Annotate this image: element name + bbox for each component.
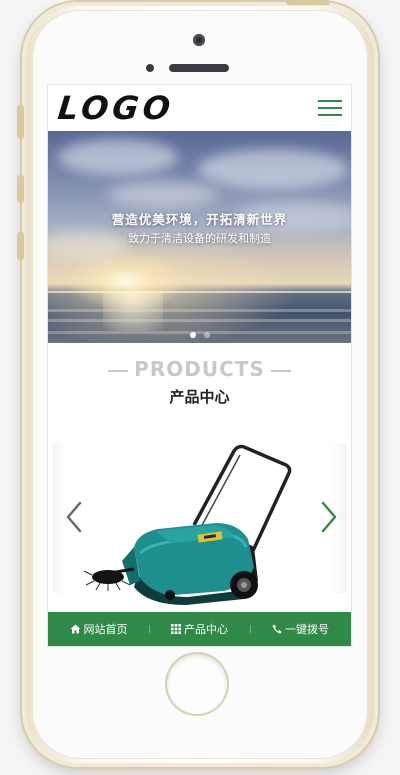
- home-button[interactable]: [167, 654, 227, 714]
- hamburger-menu-icon[interactable]: [318, 99, 342, 117]
- banner-subtitle: 致力于清洁设备的研发和制造: [128, 232, 271, 245]
- carousel-dot-1[interactable]: [189, 332, 196, 338]
- proximity-sensor: [146, 64, 154, 72]
- next-arrow-icon[interactable]: [313, 497, 345, 537]
- volume-up-button: [17, 105, 24, 139]
- volume-mid-button: [17, 175, 24, 203]
- nav-call[interactable]: 一键拨号: [250, 612, 351, 646]
- phone-screen: LOGO 营造优美环境，开拓清新世界 致力于清洁设备的研发和制造 PRODUCT…: [47, 84, 352, 647]
- prev-arrow-icon[interactable]: [58, 497, 90, 537]
- power-button: [286, 0, 330, 5]
- front-camera: [193, 34, 205, 46]
- bottom-nav: 网站首页 产品中心 一键拨号: [48, 612, 351, 646]
- volume-down-button: [17, 232, 24, 260]
- nav-products-label: 产品中心: [184, 623, 228, 636]
- site-header: LOGO: [48, 85, 351, 132]
- hero-banner[interactable]: 营造优美环境，开拓清新世界 致力于清洁设备的研发和制造: [48, 131, 351, 343]
- phone-icon: [272, 624, 282, 634]
- section-title-cn: 产品中心: [169, 388, 230, 406]
- nav-home-label: 网站首页: [83, 623, 128, 636]
- nav-products[interactable]: 产品中心: [149, 612, 250, 646]
- carousel-dot-2[interactable]: [203, 332, 210, 338]
- home-icon: [70, 624, 80, 634]
- products-heading: PRODUCTS: [134, 357, 265, 381]
- banner-title: 营造优美环境，开拓清新世界: [111, 212, 288, 227]
- section-title-en: PRODUCTS: [48, 357, 351, 381]
- product-carousel: [48, 435, 351, 610]
- earpiece-speaker: [169, 64, 229, 72]
- nav-call-label: 一键拨号: [285, 623, 329, 636]
- grid-icon: [171, 624, 181, 634]
- logo[interactable]: LOGO: [56, 89, 176, 127]
- carousel-dots: [48, 323, 351, 342]
- floor-sweeper-image[interactable]: [48, 435, 351, 610]
- nav-home[interactable]: 网站首页: [48, 612, 149, 646]
